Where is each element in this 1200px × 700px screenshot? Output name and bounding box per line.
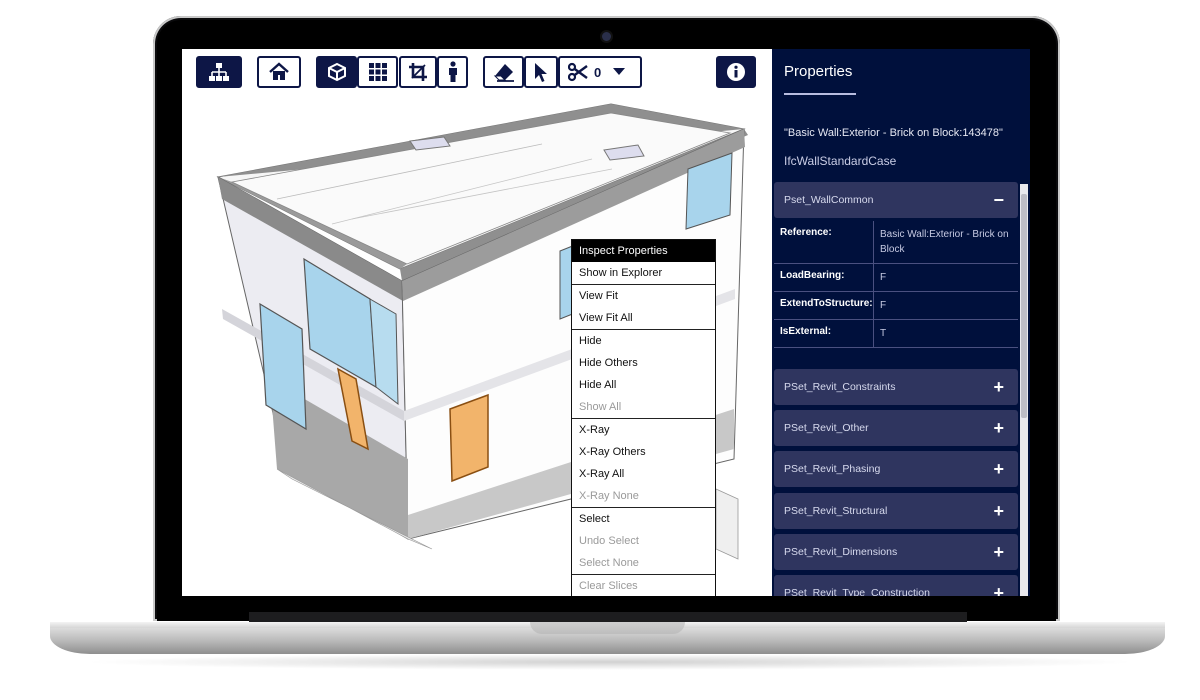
property-table: Reference: Basic Wall:Exterior - Brick o… [774,221,1018,348]
home-icon [269,62,289,80]
eraser-icon [493,64,514,82]
crop-icon [409,63,427,81]
table-row: IsExternal: T [774,320,1018,348]
laptop-notch [530,622,685,634]
camera-icon [602,32,611,41]
explorer-button[interactable] [196,56,242,88]
table-row: ExtendToStructure: F [774,292,1018,320]
property-key: LoadBearing: [774,264,874,291]
property-value: T [880,328,887,339]
3d-viewer[interactable]: 0 Inspect Properties Show in Explorer Vi… [182,49,772,596]
expand-icon[interactable]: + [993,493,1004,529]
pset-header-structural[interactable]: PSet_Revit_Structural + [774,493,1018,529]
scrollbar-thumb[interactable] [1021,194,1027,418]
select-button[interactable] [524,56,558,88]
cursor-icon [535,63,547,82]
menu-item-select-none: Select None [579,557,639,569]
properties-title: Properties [784,63,853,80]
pset-label: PSet_Revit_Dimensions [784,546,898,558]
menu-item-view-fit[interactable]: View Fit [572,285,715,307]
menu-item-clear-slices: Clear Slices [579,580,638,592]
laptop-hinge [249,612,967,622]
slice-button[interactable]: 0 [558,56,642,88]
property-key: ExtendToStructure: [774,292,874,319]
expand-icon[interactable]: + [993,410,1004,446]
app-screen: 0 Inspect Properties Show in Explorer Vi… [182,49,1030,596]
home-button[interactable] [257,56,301,88]
pset-label: PSet_Revit_Phasing [784,463,881,475]
pset-label: PSet_Revit_Other [784,422,869,434]
person-icon [448,61,457,82]
ortho-button[interactable] [316,56,357,88]
menu-item-undo-select: Undo Select [579,535,639,547]
property-key: Reference: [774,221,874,263]
crop-button[interactable] [399,56,437,88]
pset-header-phasing[interactable]: PSet_Revit_Phasing + [774,451,1018,487]
pset-header-dimensions[interactable]: PSet_Revit_Dimensions + [774,534,1018,570]
collapse-icon[interactable]: − [993,182,1004,218]
menu-item-xray[interactable]: X-Ray [572,419,715,441]
expand-icon[interactable]: + [993,369,1004,405]
laptop-shadow [80,654,1140,670]
menu-item-show-all: Show All [579,401,622,413]
property-key: IsExternal: [774,320,874,347]
table-row: LoadBearing: F [774,264,1018,292]
menu-item-xray-all[interactable]: X-Ray All [572,463,715,485]
pset-label: PSet_Revit_Type_Construction [784,587,930,596]
expand-icon[interactable]: + [993,451,1004,487]
properties-panel: Properties "Basic Wall:Exterior - Brick … [772,49,1030,596]
title-underline [784,93,856,95]
info-button[interactable] [716,56,756,88]
expand-icon[interactable]: + [993,534,1004,570]
slice-count: 0 [594,64,602,80]
scrollbar[interactable] [1020,184,1028,596]
menu-item-hide[interactable]: Hide [572,330,715,352]
object-type: IfcWallStandardCase [784,154,897,168]
pset-label: Pset_WallCommon [784,194,874,206]
menu-item-hide-all[interactable]: Hide All [572,374,715,396]
menu-item-xray-others[interactable]: X-Ray Others [572,441,715,463]
menu-item-show-in-explorer[interactable]: Show in Explorer [572,262,715,284]
property-value: Basic Wall:Exterior - Brick on Block [880,229,1009,255]
sitemap-icon [209,63,229,81]
property-value: F [880,272,887,283]
pset-header-wallcommon[interactable]: Pset_WallCommon − [774,182,1018,218]
property-value: F [880,300,887,311]
pset-label: PSet_Revit_Structural [784,505,888,517]
grid-button[interactable] [357,56,398,88]
menu-item-view-fit-all[interactable]: View Fit All [572,307,715,329]
pset-header-other[interactable]: PSet_Revit_Other + [774,410,1018,446]
cube-icon [327,62,346,82]
table-row: Reference: Basic Wall:Exterior - Brick o… [774,221,1018,264]
scissors-icon [568,62,588,82]
menu-item-inspect-properties[interactable]: Inspect Properties [572,240,715,262]
pset-label: PSet_Revit_Constraints [784,381,896,393]
expand-icon[interactable]: + [993,575,1004,596]
grid-icon [368,63,387,81]
erase-button[interactable] [483,56,524,88]
pset-header-type-construction[interactable]: PSet_Revit_Type_Construction + [774,575,1018,596]
menu-item-select[interactable]: Select [572,508,715,530]
person-button[interactable] [437,56,468,88]
chevron-down-icon[interactable] [613,68,626,76]
context-menu: Inspect Properties Show in Explorer View… [571,239,716,596]
menu-item-xray-none: X-Ray None [579,490,639,502]
pset-header-constraints[interactable]: PSet_Revit_Constraints + [774,369,1018,405]
object-name: "Basic Wall:Exterior - Brick on Block:14… [784,127,1003,139]
info-icon [727,63,745,81]
menu-item-hide-others[interactable]: Hide Others [572,352,715,374]
